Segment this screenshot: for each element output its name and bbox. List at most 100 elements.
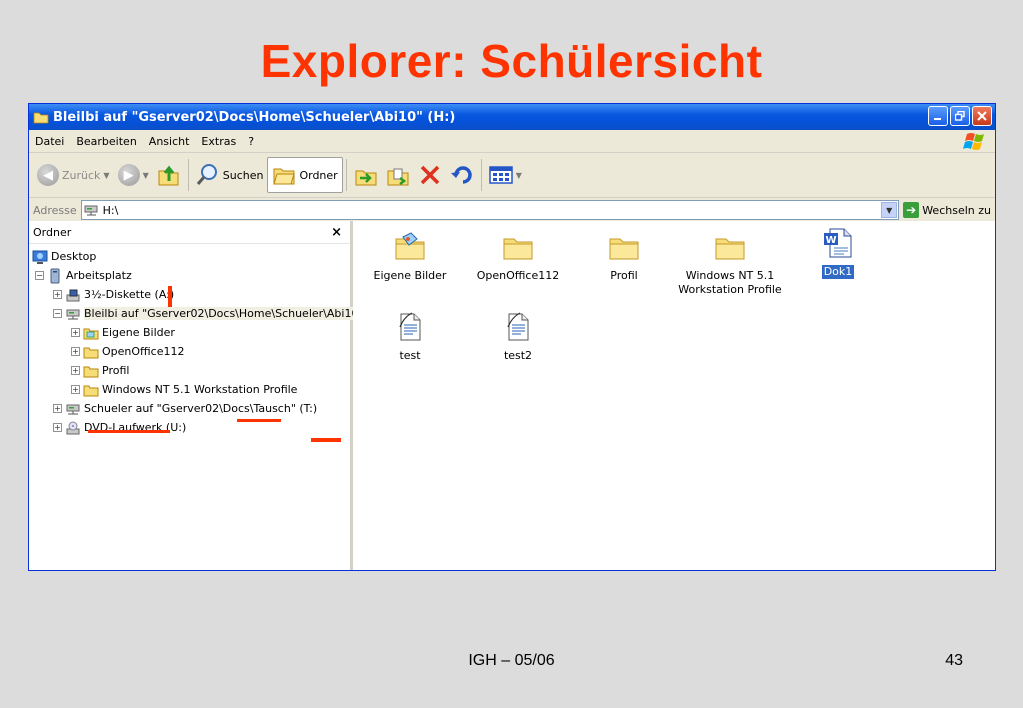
close-icon [977, 111, 987, 121]
forward-button[interactable]: ▶ ▼ [114, 157, 153, 193]
expand-toggle[interactable]: + [71, 328, 80, 337]
menu-bearbeiten[interactable]: Bearbeiten [70, 135, 142, 148]
address-input[interactable]: H:\ ▼ [80, 200, 900, 220]
collapse-toggle[interactable]: − [35, 271, 44, 280]
move-to-button[interactable] [350, 157, 382, 193]
address-dropdown-icon[interactable]: ▼ [881, 202, 898, 218]
forward-dropdown-icon[interactable]: ▼ [143, 171, 149, 180]
highlight-underline [311, 438, 341, 442]
collapse-toggle[interactable]: − [53, 309, 62, 318]
move-to-folder-icon [355, 170, 377, 186]
tree-item-dvd-drive[interactable]: + DVD-Laufwerk (U:) [53, 419, 186, 436]
file-item-eigene-bilder[interactable]: Eigene Bilder [355, 231, 465, 283]
tree-label: Schueler auf "Gserver02\Docs\Tausch" (T:… [84, 402, 318, 415]
tree-label: Windows NT 5.1 Workstation Profile [102, 383, 298, 396]
tree-item-eigene-bilder[interactable]: + Eigene Bilder [71, 324, 175, 341]
views-button[interactable]: ▼ [485, 157, 526, 193]
delete-button[interactable] [414, 157, 446, 193]
go-button[interactable]: ➔ Wechseln zu [899, 202, 995, 218]
go-label: Wechseln zu [922, 203, 991, 217]
file-label: Eigene Bilder [373, 269, 447, 282]
file-item-test2[interactable]: test2 [463, 311, 573, 363]
address-value: H:\ [102, 203, 119, 217]
back-arrow-icon: ◀ [37, 164, 59, 186]
tree-label: Eigene Bilder [102, 326, 175, 339]
minimize-icon [934, 118, 941, 120]
expand-toggle[interactable]: + [53, 404, 62, 413]
tree-item-desktop[interactable]: Desktop [32, 248, 96, 265]
delete-icon [420, 165, 439, 185]
window-titlebar[interactable]: Bleilbi auf "Gserver02\Docs\Home\Schuele… [29, 104, 995, 130]
computer-icon [50, 268, 60, 283]
close-button[interactable] [972, 106, 992, 126]
toolbar-separator [480, 159, 482, 191]
copy-to-button[interactable] [382, 157, 414, 193]
tree-label: Profil [102, 364, 130, 377]
tree-item-openoffice[interactable]: + OpenOffice112 [71, 343, 184, 360]
tree-item-profil[interactable]: + Profil [71, 362, 129, 379]
back-button[interactable]: ◀ Zurück ▼ [33, 157, 114, 193]
address-label: Adresse [33, 203, 77, 217]
menu-ansicht[interactable]: Ansicht [143, 135, 196, 148]
file-label: Windows NT 5.1 Workstation Profile [678, 269, 782, 296]
tree-item-arbeitsplatz[interactable]: − Arbeitsplatz [35, 267, 132, 284]
menu-datei[interactable]: Datei [29, 135, 70, 148]
toolbar: ◀ Zurück ▼ ▶ ▼ Suchen Ordner ▼ [29, 153, 995, 198]
file-label: Dok1 [821, 265, 855, 279]
go-arrow-icon: ➔ [903, 202, 920, 218]
tree-item-winnt-profile[interactable]: + Windows NT 5.1 Workstation Profile [71, 381, 297, 398]
toolbar-separator [345, 159, 347, 191]
menu-help[interactable]: ? [242, 135, 260, 148]
address-bar: Adresse H:\ ▼ ➔ Wechseln zu [29, 198, 995, 223]
network-drive-icon [66, 404, 80, 414]
expand-toggle[interactable]: + [53, 423, 62, 432]
search-icon [196, 164, 217, 185]
minimize-button[interactable] [928, 106, 948, 126]
up-button[interactable] [153, 157, 185, 193]
file-label: test [399, 349, 421, 362]
slide-title: Explorer: Schülersicht [260, 35, 763, 87]
file-item-test[interactable]: test [355, 311, 465, 363]
text-document-icon [507, 312, 534, 343]
undo-icon [450, 166, 472, 184]
folder-icon [83, 347, 99, 358]
pictures-folder-icon [83, 328, 99, 339]
folder-icon [502, 231, 534, 263]
expand-toggle[interactable]: + [71, 347, 80, 356]
tree-item-floppy[interactable]: + 3½-Diskette (A:) [53, 286, 174, 303]
menu-extras[interactable]: Extras [195, 135, 242, 148]
tree-item-tausch-drive[interactable]: + Schueler auf "Gserver02\Docs\Tausch" (… [53, 400, 317, 417]
file-item-dok1[interactable]: W Dok1 [783, 227, 893, 279]
expand-toggle[interactable]: + [71, 385, 80, 394]
dvd-drive-icon [66, 421, 80, 434]
undo-button[interactable] [446, 157, 478, 193]
word-document-icon: W [824, 228, 852, 258]
folder-icon [714, 231, 746, 263]
file-item-profil[interactable]: Profil [569, 231, 679, 283]
folders-label: Ordner [299, 168, 338, 182]
folders-button[interactable]: Ordner [267, 157, 343, 193]
back-dropdown-icon[interactable]: ▼ [103, 171, 109, 180]
tree-label: OpenOffice112 [102, 345, 185, 358]
desktop-icon [32, 250, 48, 264]
views-dropdown-icon[interactable]: ▼ [516, 171, 522, 180]
tree-item-home-drive[interactable]: − Bleilbi auf "Gserver02\Docs\Home\Schue… [53, 305, 388, 322]
file-label: OpenOffice112 [476, 269, 560, 282]
file-list-pane: Eigene Bilder OpenOffice112 Profil Windo… [353, 221, 995, 570]
file-item-openoffice[interactable]: OpenOffice112 [463, 231, 573, 283]
highlight-marker [168, 286, 172, 307]
restore-icon [955, 111, 965, 121]
explorer-window: Bleilbi auf "Gserver02\Docs\Home\Schuele… [28, 103, 996, 571]
network-drive-icon [66, 309, 80, 319]
highlight-underline [237, 419, 281, 422]
expand-toggle[interactable]: + [71, 366, 80, 375]
menu-bar: Datei Bearbeiten Ansicht Extras ? [29, 130, 995, 153]
file-label: test2 [503, 349, 533, 362]
restore-button[interactable] [950, 106, 970, 126]
search-button[interactable]: Suchen [192, 157, 268, 193]
close-pane-icon[interactable]: × [331, 225, 342, 240]
slide-page-number: 43 [945, 652, 963, 669]
expand-toggle[interactable]: + [53, 290, 62, 299]
file-item-winnt-profile[interactable]: Windows NT 5.1 Workstation Profile [675, 231, 785, 297]
tree-label: Arbeitsplatz [66, 269, 132, 282]
